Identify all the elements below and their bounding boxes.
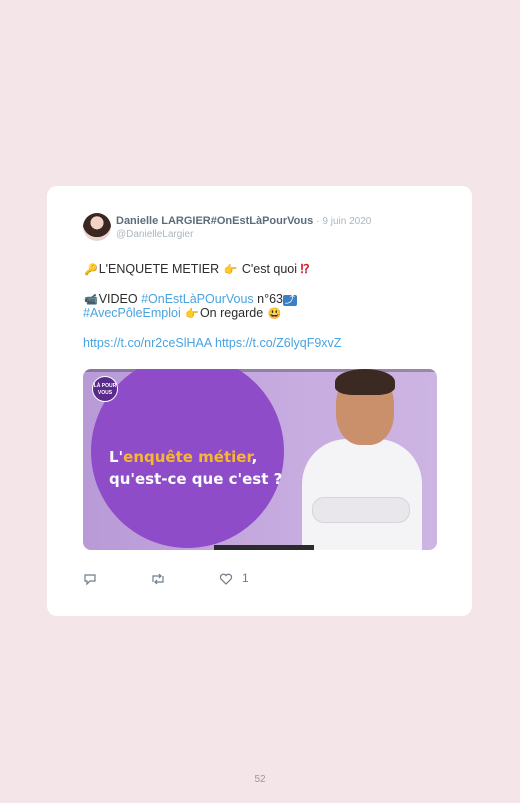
tweet-text-5: On regarde	[199, 306, 264, 320]
key-icon: 🔑	[84, 264, 98, 277]
retweet-icon[interactable]	[150, 572, 166, 589]
tweet-text-4: n°63	[257, 292, 284, 306]
author-handle[interactable]: @DanielleLargier	[116, 229, 193, 240]
like-count: 1	[242, 571, 249, 585]
camera-icon: 📹	[84, 294, 98, 307]
exclamation-question-icon: ⁉	[300, 262, 310, 276]
heart-icon[interactable]	[219, 572, 233, 589]
tweet-date[interactable]: · 9 juin 2020	[316, 216, 371, 227]
video-caption-bar	[214, 545, 314, 550]
keycap-icon: ⤴	[283, 295, 298, 306]
video-title-line2: qu'est-ce que c'est ?	[109, 470, 283, 488]
tweet-text-1: L'ENQUETE METIER	[98, 262, 220, 276]
video-logo: LÀ POUR VOUS	[92, 376, 118, 402]
point-right-icon: 👉	[223, 264, 238, 277]
video-person-arms	[312, 497, 410, 523]
video-person-body	[302, 439, 422, 550]
point-right-icon: 👉	[185, 308, 199, 321]
video-person-hair	[335, 369, 395, 395]
video-title: L'enquête métier, qu'est-ce que c'est ?	[109, 446, 282, 490]
tweet-line-2: 📹VIDEO #OnEstLàPOurVous n°63 ⤴	[83, 291, 298, 307]
page-number: 52	[254, 774, 266, 785]
video-title-highlight: enquête métier	[123, 448, 252, 466]
hashtag-onestlapourvous[interactable]: #OnEstLàPOurVous	[141, 292, 254, 306]
tweet-author: Danielle LARGIER#OnEstLàPourVous · 9 jui…	[116, 215, 371, 228]
video-title-suffix: ,	[251, 448, 258, 466]
tweet-line-1: 🔑L'ENQUETE METIER 👉 C'est quoi ⁉	[83, 261, 310, 276]
video-title-prefix: L'	[109, 448, 124, 466]
tweet-media-video[interactable]: LÀ POUR VOUS L'enquête métier, qu'est-ce…	[83, 369, 437, 550]
smile-icon: 😃	[267, 308, 282, 321]
hashtag-avecpoleemploi[interactable]: #AvecPôleEmploi	[83, 306, 181, 320]
tweet-text-3: VIDEO	[98, 292, 138, 306]
author-name[interactable]: Danielle LARGIER#OnEstLàPourVous	[116, 215, 313, 227]
tweet-text-2: C'est quoi	[241, 262, 298, 276]
tweet-links[interactable]: https://t.co/nr2ceSlHAA https://t.co/Z6l…	[83, 336, 341, 350]
tweet-card: Danielle LARGIER#OnEstLàPourVous · 9 jui…	[47, 186, 472, 616]
tweet-line-3: #AvecPôleEmploi 👉On regarde 😃	[83, 306, 282, 320]
reply-icon[interactable]	[83, 572, 97, 589]
avatar[interactable]	[83, 213, 111, 241]
tweet-actions: 1	[83, 571, 383, 589]
